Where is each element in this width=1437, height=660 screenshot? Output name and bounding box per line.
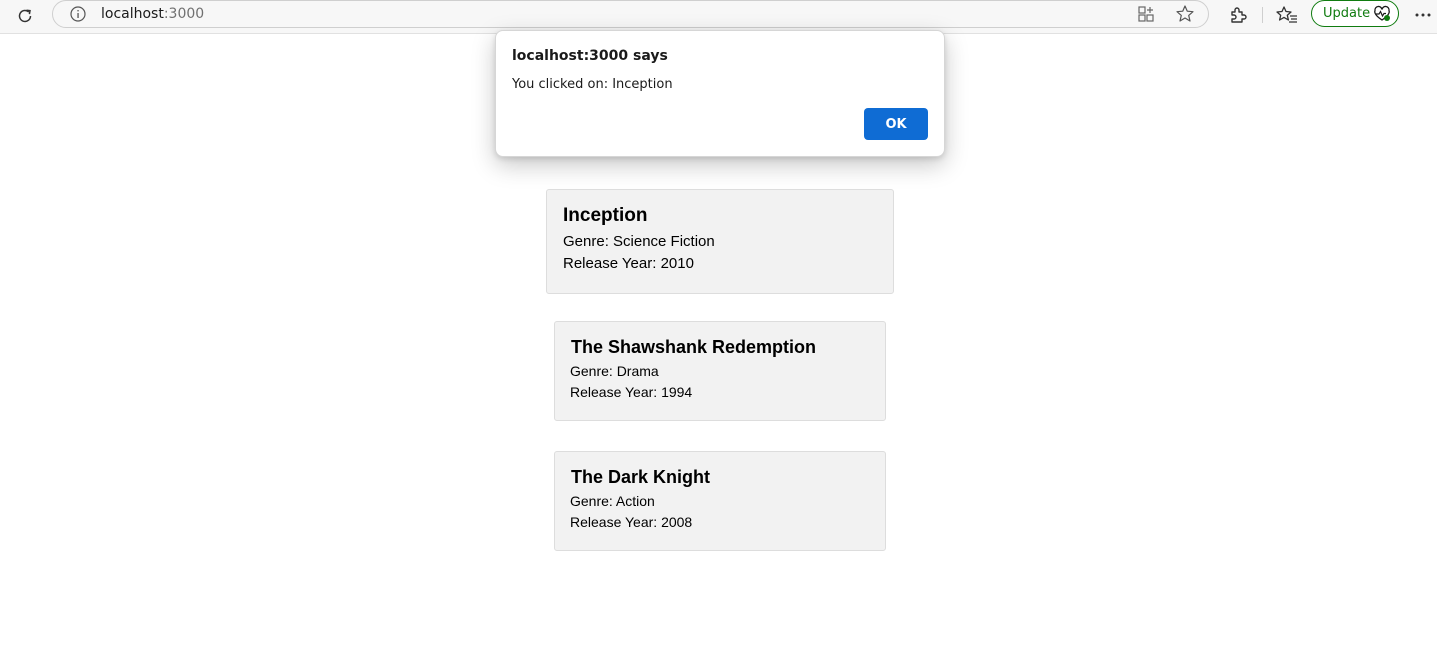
heart-pulse-icon <box>1372 4 1392 24</box>
address-port: :3000 <box>163 6 205 22</box>
movie-card-inception[interactable]: Inception Genre: Science Fiction Release… <box>546 189 894 294</box>
movie-release-year: Release Year: 2008 <box>570 514 693 530</box>
address-host: localhost <box>101 6 164 22</box>
movie-title: The Shawshank Redemption <box>571 337 817 357</box>
dialog-message: You clicked on: Inception <box>512 77 673 92</box>
browser-toolbar: localhost:3000 Update <box>0 0 1437 34</box>
toolbar-divider <box>1262 7 1263 23</box>
extensions-icon[interactable] <box>1226 3 1250 27</box>
movie-card-dark-knight[interactable]: The Dark Knight Genre: Action Release Ye… <box>554 451 886 551</box>
reload-icon[interactable] <box>12 3 38 29</box>
info-icon[interactable] <box>69 5 87 23</box>
movie-release-year: Release Year: 2010 <box>563 255 694 272</box>
address-text[interactable]: localhost:3000 <box>101 6 204 22</box>
favorites-icon[interactable] <box>1275 3 1299 27</box>
movie-title: The Dark Knight <box>571 467 711 487</box>
star-icon[interactable] <box>1174 4 1196 24</box>
movie-genre: Genre: Drama <box>570 363 659 379</box>
alert-dialog: localhost:3000 says You clicked on: Ince… <box>495 30 945 157</box>
movie-genre: Genre: Action <box>570 493 655 509</box>
more-icon[interactable] <box>1410 3 1436 27</box>
address-bar[interactable]: localhost:3000 <box>52 0 1209 28</box>
update-label: Update <box>1323 6 1371 21</box>
app-available-icon[interactable] <box>1136 4 1156 24</box>
movie-release-year: Release Year: 1994 <box>570 384 693 400</box>
update-button[interactable]: Update <box>1311 0 1399 27</box>
movie-title: Inception <box>563 205 648 226</box>
dialog-title: localhost:3000 says <box>512 48 668 64</box>
movie-genre: Genre: Science Fiction <box>563 233 715 250</box>
movie-card-shawshank[interactable]: The Shawshank Redemption Genre: Drama Re… <box>554 321 886 421</box>
ok-button[interactable]: OK <box>864 108 928 140</box>
